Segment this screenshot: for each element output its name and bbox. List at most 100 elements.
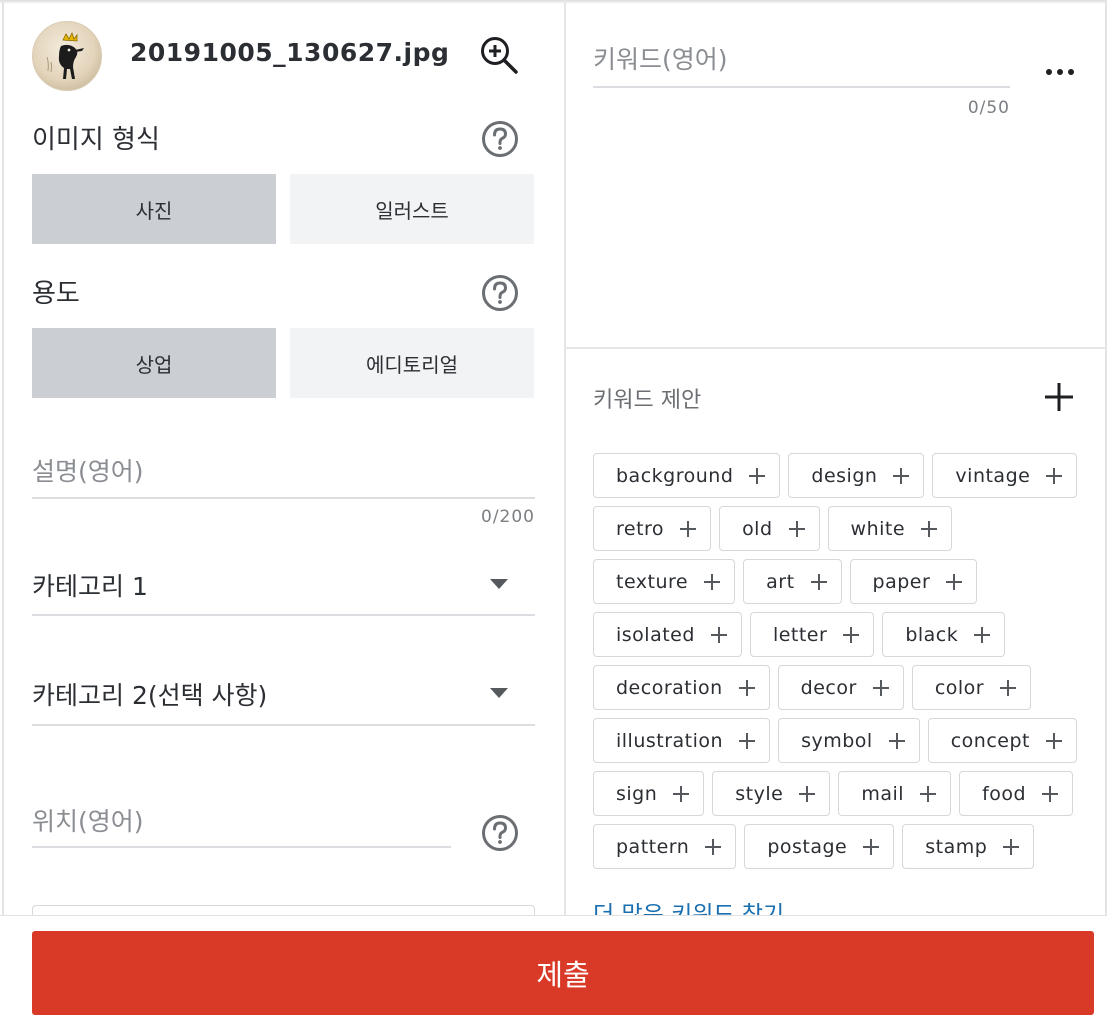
keyword-chip[interactable]: white <box>827 506 953 551</box>
image-type-label: 이미지 형식 <box>32 125 160 155</box>
plus-icon[interactable] <box>738 679 755 696</box>
help-icon[interactable] <box>481 120 519 158</box>
keyword-chip-label: vintage <box>955 464 1031 487</box>
plus-icon[interactable] <box>810 573 827 590</box>
description-counter: 0/200 <box>481 507 535 527</box>
plus-icon[interactable] <box>974 626 991 643</box>
usage-editorial-button[interactable]: 에디토리얼 <box>290 328 534 398</box>
keyword-chip-label: illustration <box>616 729 724 752</box>
category1-select[interactable]: 카테고리 1 <box>32 567 148 603</box>
plus-icon[interactable] <box>749 467 766 484</box>
keywords-underline <box>593 86 1010 88</box>
plus-icon[interactable] <box>788 520 805 537</box>
location-underline <box>32 846 451 848</box>
add-all-keywords-icon[interactable] <box>1042 380 1076 414</box>
keyword-chip-label: isolated <box>616 623 695 646</box>
location-input[interactable]: 위치(영어) <box>32 802 144 838</box>
description-input[interactable]: 설명(영어) <box>32 452 144 488</box>
image-type-illustration-button[interactable]: 일러스트 <box>290 174 534 244</box>
keywords-counter: 0/50 <box>967 98 1010 118</box>
keyword-chip[interactable]: sign <box>593 771 705 816</box>
plus-icon[interactable] <box>888 732 905 749</box>
keyword-chip[interactable]: pattern <box>593 824 737 869</box>
keyword-chip-label: symbol <box>801 729 873 752</box>
keyword-chip[interactable]: paper <box>849 559 978 604</box>
plus-icon[interactable] <box>739 732 756 749</box>
keyword-chip[interactable]: texture <box>593 559 736 604</box>
plus-icon[interactable] <box>1003 838 1020 855</box>
keyword-chip-label: background <box>616 464 734 487</box>
keyword-chip[interactable]: postage <box>744 824 895 869</box>
keyword-chip[interactable]: stamp <box>902 824 1035 869</box>
keyword-chip[interactable]: food <box>959 771 1074 816</box>
panel-divider <box>566 347 1107 349</box>
plus-icon[interactable] <box>863 838 880 855</box>
keyword-chip[interactable]: art <box>743 559 842 604</box>
keyword-chip-label: color <box>934 676 985 699</box>
file-name: 20191005_130627.jpg <box>130 38 450 67</box>
keywords-input[interactable]: 키워드(영어) <box>593 40 728 76</box>
chevron-down-icon[interactable] <box>490 579 508 589</box>
keyword-chip[interactable]: old <box>719 506 820 551</box>
keyword-chip[interactable]: color <box>911 665 1032 710</box>
plus-icon[interactable] <box>680 520 697 537</box>
dinosaur-sketch-icon <box>46 31 84 79</box>
keyword-chip-row: illustration symbol concept <box>593 718 1093 763</box>
keyword-chip[interactable]: black <box>882 612 1006 657</box>
submit-button[interactable]: 제출 <box>32 931 1094 1015</box>
usage-label: 용도 <box>32 279 80 309</box>
keyword-chip[interactable]: concept <box>927 718 1077 763</box>
plus-icon[interactable] <box>893 467 910 484</box>
zoom-in-icon[interactable] <box>478 34 520 76</box>
plus-icon[interactable] <box>920 785 937 802</box>
keyword-chip-row: retro old white <box>593 506 1093 551</box>
plus-icon[interactable] <box>1000 679 1017 696</box>
keyword-chip[interactable]: vintage <box>932 453 1078 498</box>
upload-form: 20191005_130627.jpg 이미지 형식 사진 일러스트 용도 상업… <box>0 0 1107 1023</box>
plus-icon[interactable] <box>1045 732 1062 749</box>
help-icon[interactable] <box>481 274 519 312</box>
keyword-chip-label: letter <box>772 623 828 646</box>
plus-icon[interactable] <box>799 785 816 802</box>
keyword-chip-row: decoration decor color <box>593 665 1093 710</box>
photo-thumbnail[interactable] <box>32 21 102 91</box>
keyword-chip[interactable]: design <box>788 453 925 498</box>
keyword-chip-label: sign <box>616 782 658 805</box>
plus-icon[interactable] <box>946 573 963 590</box>
keyword-chip[interactable]: decor <box>777 665 904 710</box>
plus-icon[interactable] <box>704 573 721 590</box>
plus-icon[interactable] <box>921 520 938 537</box>
plus-icon[interactable] <box>872 679 889 696</box>
keyword-chip-label: decor <box>800 676 857 699</box>
plus-icon[interactable] <box>1042 785 1059 802</box>
keyword-chip-label: texture <box>616 570 689 593</box>
keyword-chip[interactable]: symbol <box>778 718 920 763</box>
plus-icon[interactable] <box>843 626 860 643</box>
keyword-chip[interactable]: illustration <box>593 718 771 763</box>
plus-icon[interactable] <box>1046 467 1063 484</box>
keyword-chip[interactable]: retro <box>593 506 712 551</box>
keyword-chip-label: paper <box>872 570 931 593</box>
keyword-chip-label: pattern <box>616 835 690 858</box>
keyword-chip[interactable]: mail <box>838 771 952 816</box>
keyword-chip[interactable]: letter <box>749 612 875 657</box>
keyword-chip[interactable]: background <box>593 453 781 498</box>
usage-commercial-button[interactable]: 상업 <box>32 328 276 398</box>
chevron-down-icon[interactable] <box>490 688 508 698</box>
category2-select[interactable]: 카테고리 2(선택 사항) <box>32 676 267 712</box>
keyword-chip[interactable]: isolated <box>593 612 742 657</box>
plus-icon[interactable] <box>705 838 722 855</box>
image-type-photo-button[interactable]: 사진 <box>32 174 276 244</box>
keyword-chip-label: old <box>742 517 773 540</box>
dot <box>1046 69 1052 75</box>
category2-underline <box>32 724 535 726</box>
help-icon[interactable] <box>481 814 519 852</box>
dot <box>1068 69 1074 75</box>
plus-icon[interactable] <box>710 626 727 643</box>
keyword-chip-label: white <box>850 517 906 540</box>
more-keywords-link[interactable]: 더 많은 키워드 찾기 <box>593 896 784 916</box>
plus-icon[interactable] <box>673 785 690 802</box>
keyword-chip[interactable]: style <box>712 771 831 816</box>
keyword-chip[interactable]: decoration <box>593 665 770 710</box>
more-options-icon[interactable] <box>1040 62 1080 82</box>
